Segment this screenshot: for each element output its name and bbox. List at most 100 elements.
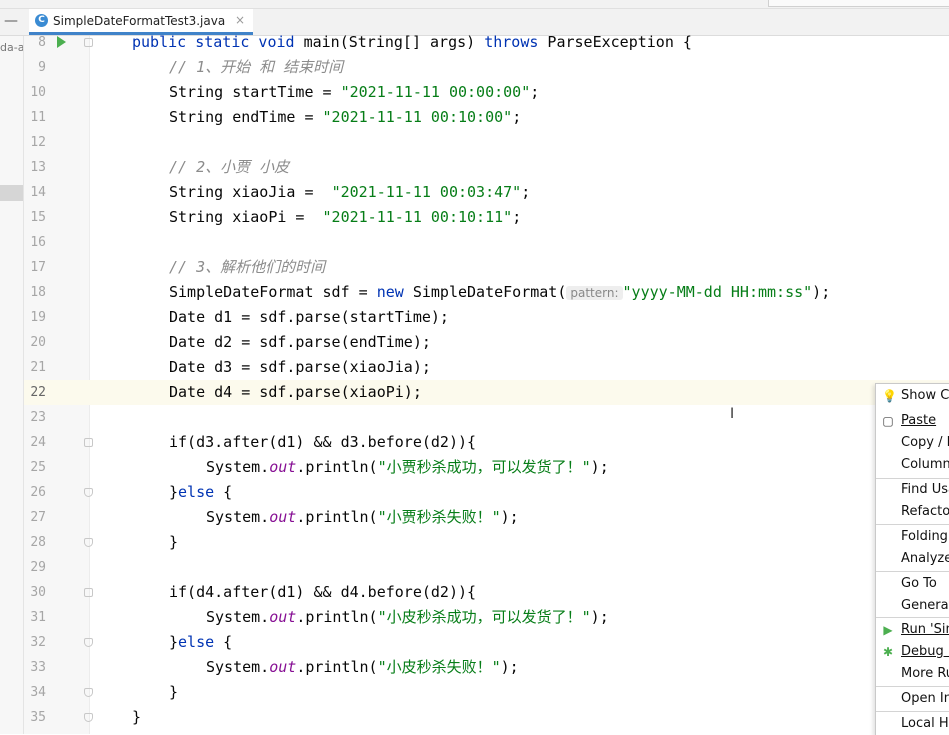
code-line: 15 String xiaoPi = "2021-11-11 00:10:11"… — [24, 205, 949, 230]
code-line: 18 SimpleDateFormat sdf = new SimpleDate… — [24, 280, 949, 305]
line-number: 31 — [30, 610, 46, 625]
line-number: 26 — [30, 485, 46, 500]
menu-item-find-usages[interactable]: Find Usa — [876, 479, 949, 501]
editor-context-menu: 💡 Show Co ▢ Paste Copy / P Column Find U… — [875, 383, 949, 735]
menu-item-local-history[interactable]: Local Hi — [876, 713, 949, 735]
menu-separator — [876, 711, 949, 712]
clipboard-icon: ▢ — [882, 414, 894, 428]
code-line: 35 } — [24, 705, 949, 730]
menu-item-paste[interactable]: ▢ Paste — [876, 410, 949, 432]
menu-item-generate[interactable]: Generat — [876, 595, 949, 617]
line-number: 20 — [30, 335, 46, 350]
menu-separator — [876, 571, 949, 572]
line-number: 9 — [38, 60, 46, 75]
fold-end-marker-icon[interactable] — [84, 713, 93, 722]
current-code-line: 22 Date d4 = sdf.parse(xiaoPi); — [24, 380, 949, 405]
line-number: 25 — [30, 460, 46, 475]
line-number: 15 — [30, 210, 46, 225]
line-number: 22 — [30, 385, 46, 400]
line-number: 23 — [30, 410, 46, 425]
menu-item-open-in[interactable]: Open In — [876, 688, 949, 710]
menu-item-folding[interactable]: Folding — [876, 526, 949, 548]
code-line: 27 System.out.println("小贾秒杀失败！"); — [24, 505, 949, 530]
menu-separator — [876, 617, 949, 618]
project-panel: da-a — [0, 36, 24, 734]
menu-separator — [876, 686, 949, 687]
code-line: 29 — [24, 555, 949, 580]
code-line: 33 System.out.println("小皮秒杀失败！"); — [24, 655, 949, 680]
fold-end-marker-icon[interactable] — [84, 688, 93, 697]
java-class-icon: C — [35, 14, 48, 27]
code-line: 10 String startTime = "2021-11-11 00:00:… — [24, 80, 949, 105]
code-line: 34 } — [24, 680, 949, 705]
fold-end-marker-icon[interactable] — [84, 538, 93, 547]
code-line: 11 String endTime = "2021-11-11 00:10:00… — [24, 105, 949, 130]
menu-item-copy-paste-special[interactable]: Copy / P — [876, 432, 949, 454]
code-line: 14 String xiaoJia = "2021-11-11 00:03:47… — [24, 180, 949, 205]
code-line: 30 if(d4.after(d1) && d4.before(d2)){ — [24, 580, 949, 605]
line-number: 33 — [30, 660, 46, 675]
line-number: 18 — [30, 285, 46, 300]
line-number: 30 — [30, 585, 46, 600]
line-number: 29 — [30, 560, 46, 575]
code-line: 24 if(d3.after(d1) && d3.before(d2)){ — [24, 430, 949, 455]
code-line: 20 Date d2 = sdf.parse(endTime); — [24, 330, 949, 355]
code-line: 12 — [24, 130, 949, 155]
line-number: 28 — [30, 535, 46, 550]
code-line: 13 // 2、小贾 小皮 — [24, 155, 949, 180]
code-editor[interactable]: 8 public static void main(String[] args)… — [24, 30, 949, 734]
comment: // 2、小贾 小皮 — [169, 158, 290, 176]
fold-marker-icon[interactable] — [84, 438, 93, 447]
top-toolbar-strip — [0, 0, 949, 9]
menu-item-column-selection[interactable]: Column — [876, 454, 949, 476]
search-field-edge[interactable] — [768, 0, 949, 7]
code-line: 31 System.out.println("小皮秒杀成功，可以发货了！"); — [24, 605, 949, 630]
line-number: 13 — [30, 160, 46, 175]
debug-icon: ✱ — [882, 645, 894, 659]
line-number: 21 — [30, 360, 46, 375]
menu-item-show-context-actions[interactable]: 💡 Show Co — [876, 385, 949, 407]
line-number: 8 — [38, 35, 46, 50]
fold-marker-icon[interactable] — [84, 588, 93, 597]
run-gutter-icon[interactable] — [57, 36, 66, 48]
line-number: 35 — [30, 710, 46, 725]
code-line: 8 public static void main(String[] args)… — [24, 30, 949, 55]
code-line: 32 }else { — [24, 630, 949, 655]
code-line: 25 System.out.println("小贾秒杀成功，可以发货了！"); — [24, 455, 949, 480]
menu-item-more-run-debug[interactable]: More Ru — [876, 663, 949, 685]
fold-marker-icon[interactable] — [84, 38, 93, 47]
menu-item-debug[interactable]: ✱ Debug ' — [876, 641, 949, 663]
comment: // 1、开始 和 结束时间 — [169, 58, 344, 76]
code-line: 23 — [24, 405, 949, 430]
line-number: 17 — [30, 260, 46, 275]
mouse-text-cursor-icon: I — [730, 406, 735, 422]
code-line: 26 }else { — [24, 480, 949, 505]
bulb-icon: 💡 — [882, 389, 897, 403]
fold-end-marker-icon[interactable] — [84, 638, 93, 647]
line-number: 27 — [30, 510, 46, 525]
menu-item-go-to[interactable]: Go To — [876, 573, 949, 595]
project-tree-label[interactable]: da-a — [0, 41, 23, 54]
code-line: 21 Date d3 = sdf.parse(xiaoJia); — [24, 355, 949, 380]
menu-separator — [876, 524, 949, 525]
tab-filename: SimpleDateFormatTest3.java — [53, 14, 226, 28]
menu-item-run[interactable]: ▶ Run 'Sim — [876, 619, 949, 641]
project-tree-selection[interactable] — [0, 185, 23, 201]
collapse-icon[interactable]: — — [4, 13, 18, 29]
line-number: 16 — [30, 235, 46, 250]
comment: // 3、解析他们的时间 — [169, 258, 326, 276]
line-number: 10 — [30, 85, 46, 100]
line-number: 11 — [30, 110, 46, 125]
menu-item-analyze[interactable]: Analyze — [876, 548, 949, 570]
line-number: 19 — [30, 310, 46, 325]
code-line: 16 — [24, 230, 949, 255]
code-line: 19 Date d1 = sdf.parse(startTime); — [24, 305, 949, 330]
menu-item-refactor[interactable]: Refactor — [876, 501, 949, 523]
fold-end-marker-icon[interactable] — [84, 488, 93, 497]
code-line: 9 // 1、开始 和 结束时间 — [24, 55, 949, 80]
line-number: 12 — [30, 135, 46, 150]
code-line: 28 } — [24, 530, 949, 555]
line-number: 24 — [30, 435, 46, 450]
line-number: 32 — [30, 635, 46, 650]
close-tab-icon[interactable]: × — [235, 13, 245, 27]
